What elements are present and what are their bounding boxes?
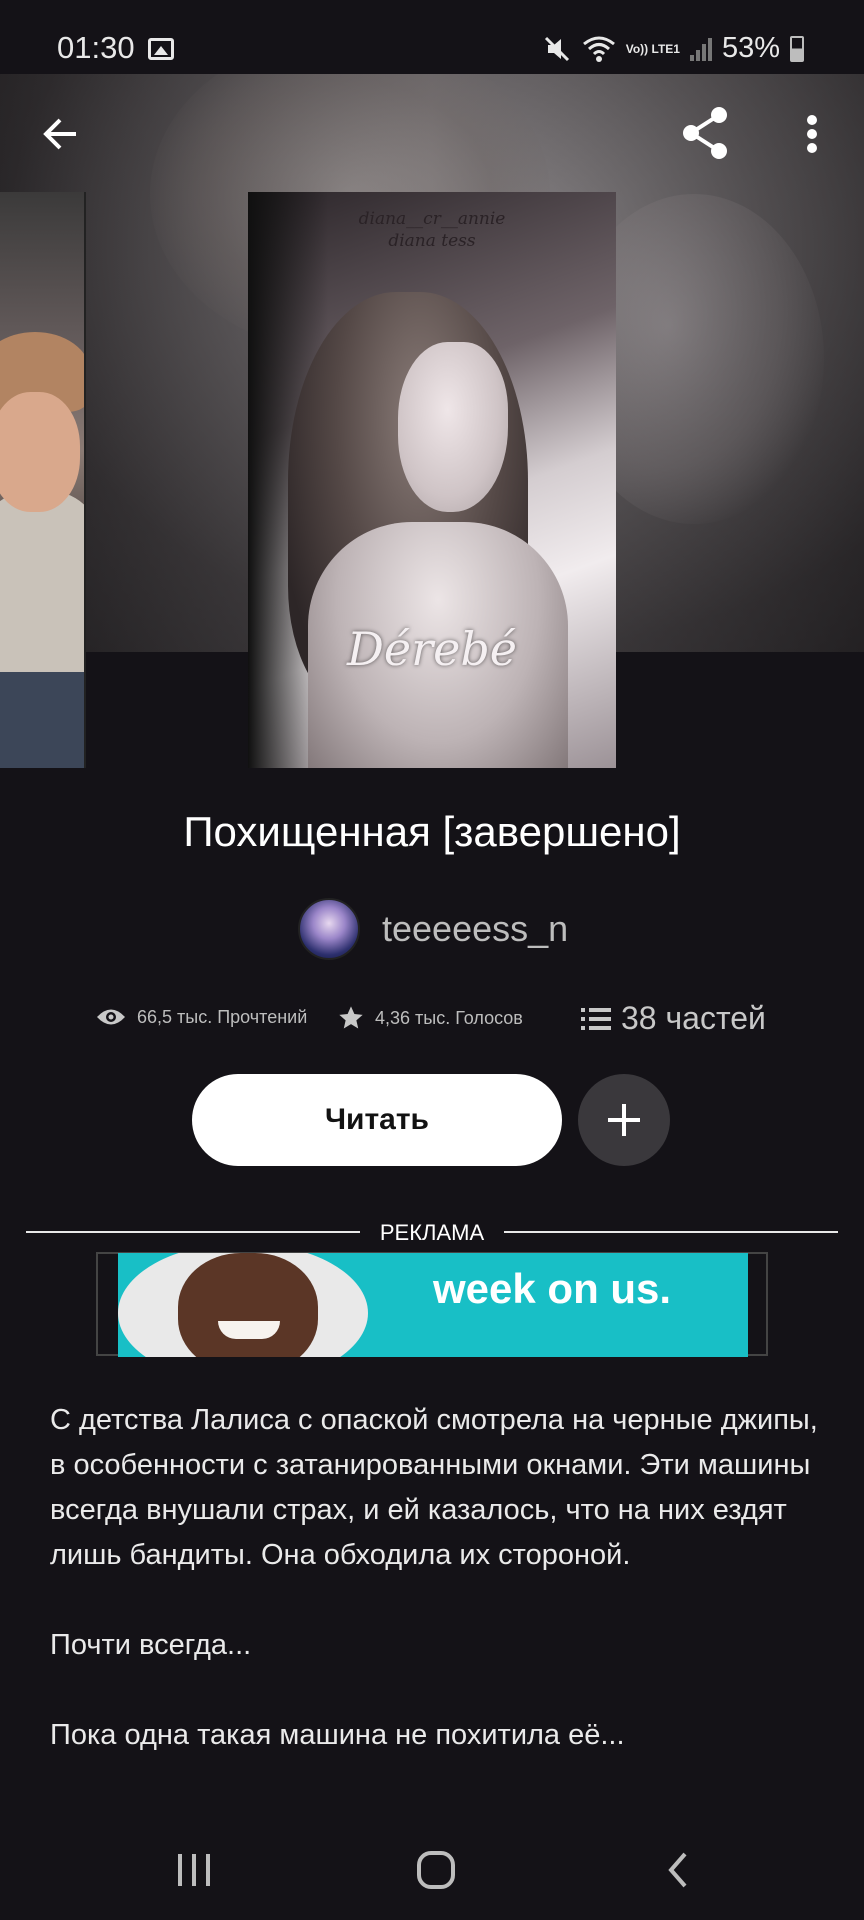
nav-back-button[interactable] [638,1842,718,1898]
system-nav-bar [0,1820,864,1920]
recent-apps-button[interactable] [154,1842,234,1898]
plus-icon [608,1104,640,1136]
home-icon [417,1851,455,1889]
read-button[interactable]: Читать [192,1074,562,1166]
eye-icon [97,1009,125,1025]
previous-cover[interactable] [0,192,86,768]
more-options-button[interactable] [792,104,832,164]
star-icon [339,1006,363,1029]
description-paragraph: Почти всегда... [50,1629,252,1661]
ad-divider-right [504,1231,838,1233]
battery-icon [790,35,804,62]
parts-stat[interactable]: 38 частей [581,1000,766,1037]
status-time: 01:30 [57,30,135,65]
cover-title: Dérebé [347,622,517,676]
mute-icon [544,36,569,61]
cover-credit: diana__cr__annie diana tess [358,209,506,251]
gallery-icon [148,38,174,60]
home-button[interactable] [396,1842,476,1898]
ad-divider-left [26,1231,360,1233]
reads-stat: 66,5 тыс. Прочтений [95,1006,307,1028]
ad-banner-text: week on us. [433,1265,672,1312]
ad-banner[interactable]: week on us. [118,1253,748,1357]
list-icon [581,1007,611,1030]
story-cover[interactable]: diana__cr__annie diana tess Dérebé [248,192,616,768]
share-icon [683,107,727,159]
ad-label: РЕКЛАМА [379,1220,485,1245]
story-title: Похищенная [завершено] [183,808,681,855]
status-icons: Vo)) LTE1 53% [542,32,804,65]
network-label: Vo)) LTE1 [625,41,680,56]
more-vertical-icon [807,115,817,153]
status-bar: 01:30 Vo)) LTE1 53% [0,0,864,74]
author-name: teeeeess_n [382,908,569,949]
recent-apps-icon [178,1854,210,1886]
story-stats: 66,5 тыс. Прочтений 4,36 тыс. Голосов 38… [95,1000,795,1044]
back-button[interactable] [30,104,90,164]
back-icon [668,1852,687,1888]
share-button[interactable] [672,100,738,166]
description-paragraph: С детства Лалиса с опаской смотрела на ч… [50,1404,818,1571]
wifi-icon [582,36,615,62]
description-paragraph: Пока одна такая машина не похитила её... [50,1719,625,1751]
signal-icon [689,37,712,61]
avatar [298,898,360,960]
author-link[interactable]: teeeeess_n [298,898,568,960]
battery-percent: 53% [721,32,780,64]
story-description: С детства Лалиса с опаской смотрела на ч… [50,1398,820,1803]
arrow-left-icon [43,118,76,150]
votes-stat: 4,36 тыс. Голосов [337,1004,523,1032]
add-to-library-button[interactable] [578,1074,670,1166]
